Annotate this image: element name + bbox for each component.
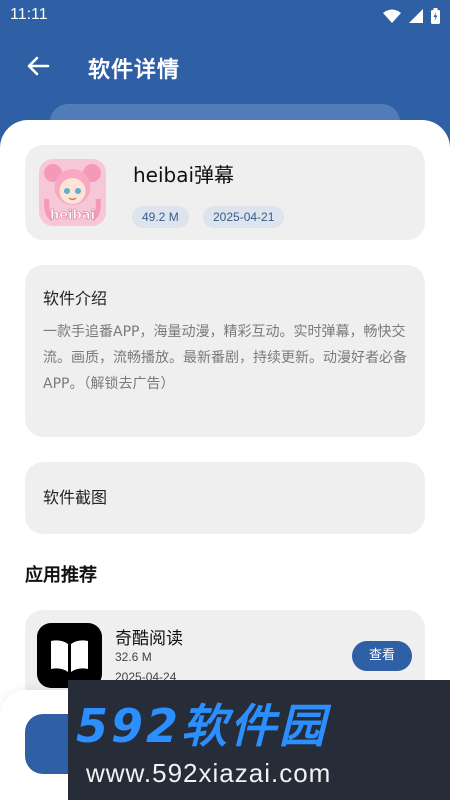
view-button[interactable]: 查看 [352, 641, 412, 671]
intro-text: 一款手追番APP，海量动漫，精彩互动。实时弹幕，畅快交流。画质，流畅播放。最新番… [43, 324, 407, 392]
intro-heading: 软件介绍 [43, 289, 108, 308]
rec-app-name: 奇酷阅读 [115, 629, 183, 649]
recommend-heading: 应用推荐 [25, 565, 97, 586]
back-button[interactable] [22, 50, 54, 82]
watermark-brand: 592软件园 [76, 699, 329, 753]
battery-icon [431, 8, 440, 24]
arrow-left-icon [27, 56, 50, 76]
top-app-bar: 软件详情 [0, 32, 450, 104]
screenshots-heading: 软件截图 [43, 488, 108, 507]
status-time: 11:11 [10, 6, 48, 23]
signal-icon [409, 9, 423, 23]
status-bar: 11:11 [0, 0, 450, 32]
watermark-url: www.592xiazai.com [86, 758, 332, 788]
page-title: 软件详情 [88, 58, 181, 83]
intro-card: 软件介绍 一款手追番APP，海量动漫，精彩互动。实时弹幕，畅快交流。画质，流畅播… [25, 265, 425, 437]
app-size-badge: 49.2 M [132, 206, 189, 228]
app-icon: heibai [39, 159, 106, 226]
app-name: heibai弹幕 [133, 163, 235, 187]
screenshots-card[interactable]: 软件截图 [25, 462, 425, 534]
app-icon-label: heibai [50, 208, 95, 223]
wifi-icon [383, 9, 401, 23]
status-icons [383, 8, 440, 24]
rec-app-icon [37, 623, 102, 688]
anime-girl-icon: heibai [39, 159, 106, 226]
book-icon [51, 640, 88, 672]
rec-app-size: 32.6 M [115, 650, 152, 664]
app-info-card: heibai heibai弹幕 49.2 M 2025-04-21 [25, 145, 425, 240]
watermark-overlay: 592软件园 www.592xiazai.com [68, 680, 450, 800]
app-date-badge: 2025-04-21 [203, 206, 285, 228]
